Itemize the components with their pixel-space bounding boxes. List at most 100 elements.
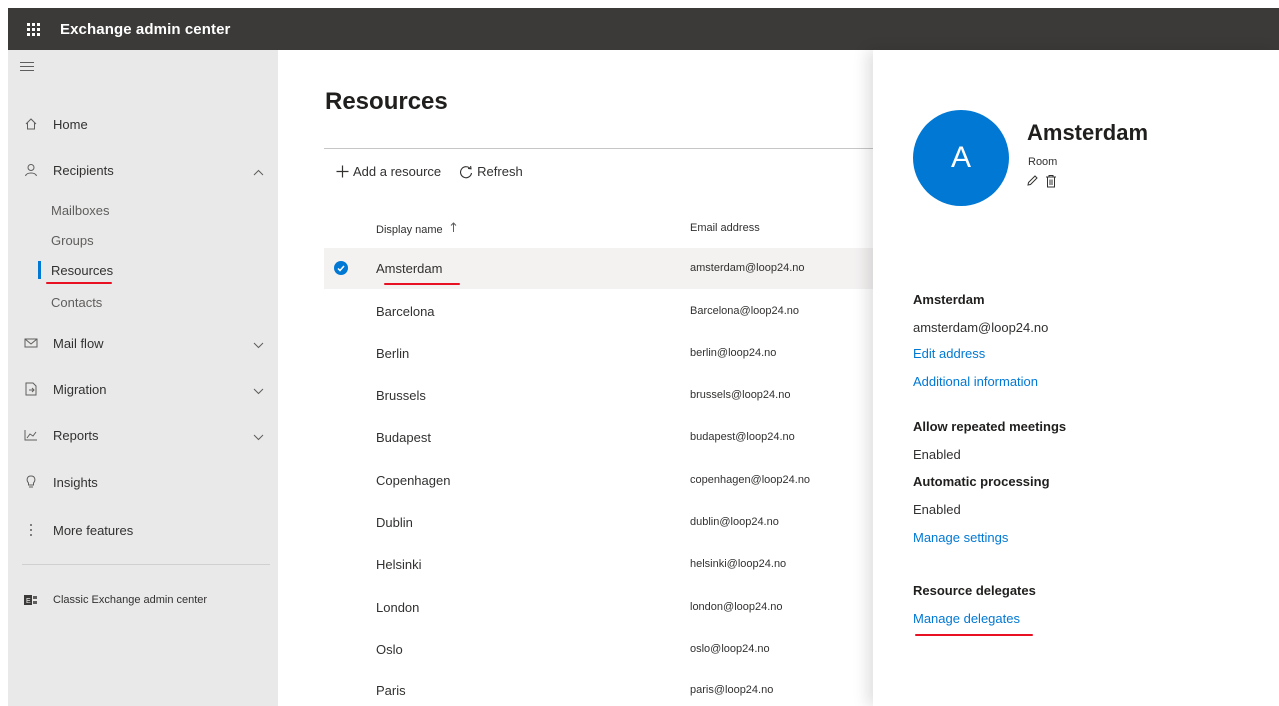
refresh-button[interactable]: Refresh bbox=[459, 164, 523, 179]
allow-repeated-heading: Allow repeated meetings bbox=[913, 419, 1067, 434]
active-indicator bbox=[38, 261, 41, 279]
nav-classic-eac[interactable]: E Classic Exchange admin center bbox=[8, 582, 278, 618]
table-row[interactable]: Budapest budapest@loop24.no bbox=[324, 417, 873, 458]
row-display-name: Dublin bbox=[376, 515, 413, 530]
checkmark-icon[interactable] bbox=[334, 261, 348, 275]
row-display-name: Barcelona bbox=[376, 304, 435, 319]
chevron-down-icon bbox=[253, 429, 264, 444]
table-row[interactable]: Brussels brussels@loop24.no bbox=[324, 375, 873, 416]
add-resource-button[interactable]: Add a resource bbox=[336, 164, 441, 179]
table-row[interactable]: Barcelona Barcelona@loop24.no bbox=[324, 291, 873, 332]
column-header-email[interactable]: Email address bbox=[690, 222, 760, 234]
plus-icon bbox=[336, 165, 349, 178]
additional-information-link[interactable]: Additional information bbox=[913, 374, 1038, 389]
allow-repeated-value: Enabled bbox=[913, 447, 961, 462]
page-top-margin bbox=[0, 0, 1279, 8]
nav-insights[interactable]: Insights bbox=[8, 464, 278, 500]
sidebar-divider bbox=[22, 564, 270, 565]
nav-reports[interactable]: Reports bbox=[8, 417, 278, 453]
row-display-name: London bbox=[376, 600, 420, 615]
row-display-name: Amsterdam bbox=[376, 261, 443, 276]
nav-mail-flow[interactable]: Mail flow bbox=[8, 325, 278, 361]
row-email: london@loop24.no bbox=[690, 601, 783, 613]
nav-classic-eac-label: Classic Exchange admin center bbox=[53, 594, 208, 606]
row-display-name: Berlin bbox=[376, 346, 410, 361]
hamburger-icon[interactable] bbox=[20, 62, 34, 74]
nav-recipients-label: Recipients bbox=[53, 162, 114, 178]
top-bar: Exchange admin center bbox=[8, 8, 1279, 50]
table-row[interactable]: Paris paris@loop24.no bbox=[324, 670, 873, 706]
table-row[interactable]: Helsinki helsinki@loop24.no bbox=[324, 544, 873, 585]
row-display-name: Budapest bbox=[376, 430, 431, 445]
row-display-name: Brussels bbox=[376, 388, 426, 403]
manage-settings-link[interactable]: Manage settings bbox=[913, 530, 1008, 545]
table-row[interactable]: Berlin berlin@loop24.no bbox=[324, 333, 873, 374]
more-vertical-icon bbox=[23, 522, 39, 538]
home-icon bbox=[23, 116, 39, 132]
nav-more-features-label: More features bbox=[53, 522, 134, 538]
avatar: A bbox=[913, 110, 1009, 206]
table-row[interactable]: Copenhagen copenhagen@loop24.no bbox=[324, 460, 873, 501]
app-title: Exchange admin center bbox=[60, 20, 231, 38]
main-content: Resources Add a resource Refresh Display… bbox=[278, 50, 873, 706]
sidebar-item-mailboxes[interactable]: Mailboxes bbox=[51, 196, 110, 224]
chevron-up-icon bbox=[253, 164, 264, 179]
mail-icon bbox=[23, 335, 39, 351]
row-email: amsterdam@loop24.no bbox=[690, 262, 805, 274]
row-email: dublin@loop24.no bbox=[690, 516, 779, 528]
refresh-icon bbox=[459, 165, 473, 179]
lightbulb-icon bbox=[23, 474, 39, 490]
chevron-down-icon bbox=[253, 337, 264, 352]
nav-mail-flow-label: Mail flow bbox=[53, 335, 104, 351]
nav-insights-label: Insights bbox=[53, 474, 98, 490]
svg-text:E: E bbox=[26, 598, 31, 605]
page-left-margin bbox=[0, 8, 8, 706]
migration-icon bbox=[23, 381, 39, 397]
resource-type: Room bbox=[1028, 156, 1058, 168]
highlight-underline bbox=[384, 283, 460, 285]
row-email: Barcelona@loop24.no bbox=[690, 305, 800, 317]
nav-recipients[interactable]: Recipients bbox=[8, 152, 278, 188]
row-email: oslo@loop24.no bbox=[690, 643, 770, 655]
nav-home[interactable]: Home bbox=[8, 106, 278, 142]
column-header-display-name[interactable]: Display name bbox=[376, 222, 457, 236]
refresh-label: Refresh bbox=[477, 164, 523, 179]
sidebar-item-contacts[interactable]: Contacts bbox=[51, 288, 102, 316]
app-launcher-button[interactable] bbox=[8, 8, 58, 50]
sidebar-item-resources[interactable]: Resources bbox=[51, 256, 113, 284]
exchange-logo-icon: E bbox=[23, 592, 39, 608]
edit-icon[interactable] bbox=[1026, 174, 1039, 188]
row-display-name: Copenhagen bbox=[376, 473, 451, 488]
page-title: Resources bbox=[325, 88, 448, 115]
sidebar-item-groups[interactable]: Groups bbox=[51, 226, 94, 254]
highlight-underline bbox=[46, 282, 112, 284]
auto-processing-heading: Automatic processing bbox=[913, 474, 1050, 489]
nav-more-features[interactable]: More features bbox=[8, 512, 278, 548]
section-name-heading: Amsterdam bbox=[913, 292, 985, 307]
table-row[interactable]: Oslo oslo@loop24.no bbox=[324, 629, 873, 670]
row-email: berlin@loop24.no bbox=[690, 347, 777, 359]
panel-title: Amsterdam bbox=[1027, 120, 1149, 145]
sort-ascending-icon bbox=[450, 222, 457, 236]
edit-address-link[interactable]: Edit address bbox=[913, 346, 985, 361]
table-row[interactable]: London london@loop24.no bbox=[324, 587, 873, 628]
row-display-name: Paris bbox=[376, 683, 406, 698]
manage-delegates-link[interactable]: Manage delegates bbox=[913, 611, 1020, 626]
nav-migration-label: Migration bbox=[53, 381, 107, 397]
panel-actions bbox=[1026, 174, 1063, 188]
auto-processing-value: Enabled bbox=[913, 502, 961, 517]
sidebar: Home Recipients Mailboxes Groups Resourc… bbox=[8, 50, 278, 706]
delete-icon[interactable] bbox=[1045, 174, 1057, 188]
column-header-display-name-label: Display name bbox=[376, 224, 443, 236]
table-row[interactable]: Dublin dublin@loop24.no bbox=[324, 502, 873, 543]
nav-migration[interactable]: Migration bbox=[8, 371, 278, 407]
command-bar: Add a resource Refresh bbox=[324, 148, 873, 194]
add-resource-label: Add a resource bbox=[353, 164, 442, 179]
row-display-name: Oslo bbox=[376, 642, 403, 657]
row-display-name: Helsinki bbox=[376, 557, 422, 572]
chevron-down-icon bbox=[253, 383, 264, 398]
chart-icon bbox=[23, 427, 39, 443]
nav-reports-label: Reports bbox=[53, 427, 99, 443]
nav-home-label: Home bbox=[53, 116, 88, 132]
row-email: paris@loop24.no bbox=[690, 684, 774, 696]
